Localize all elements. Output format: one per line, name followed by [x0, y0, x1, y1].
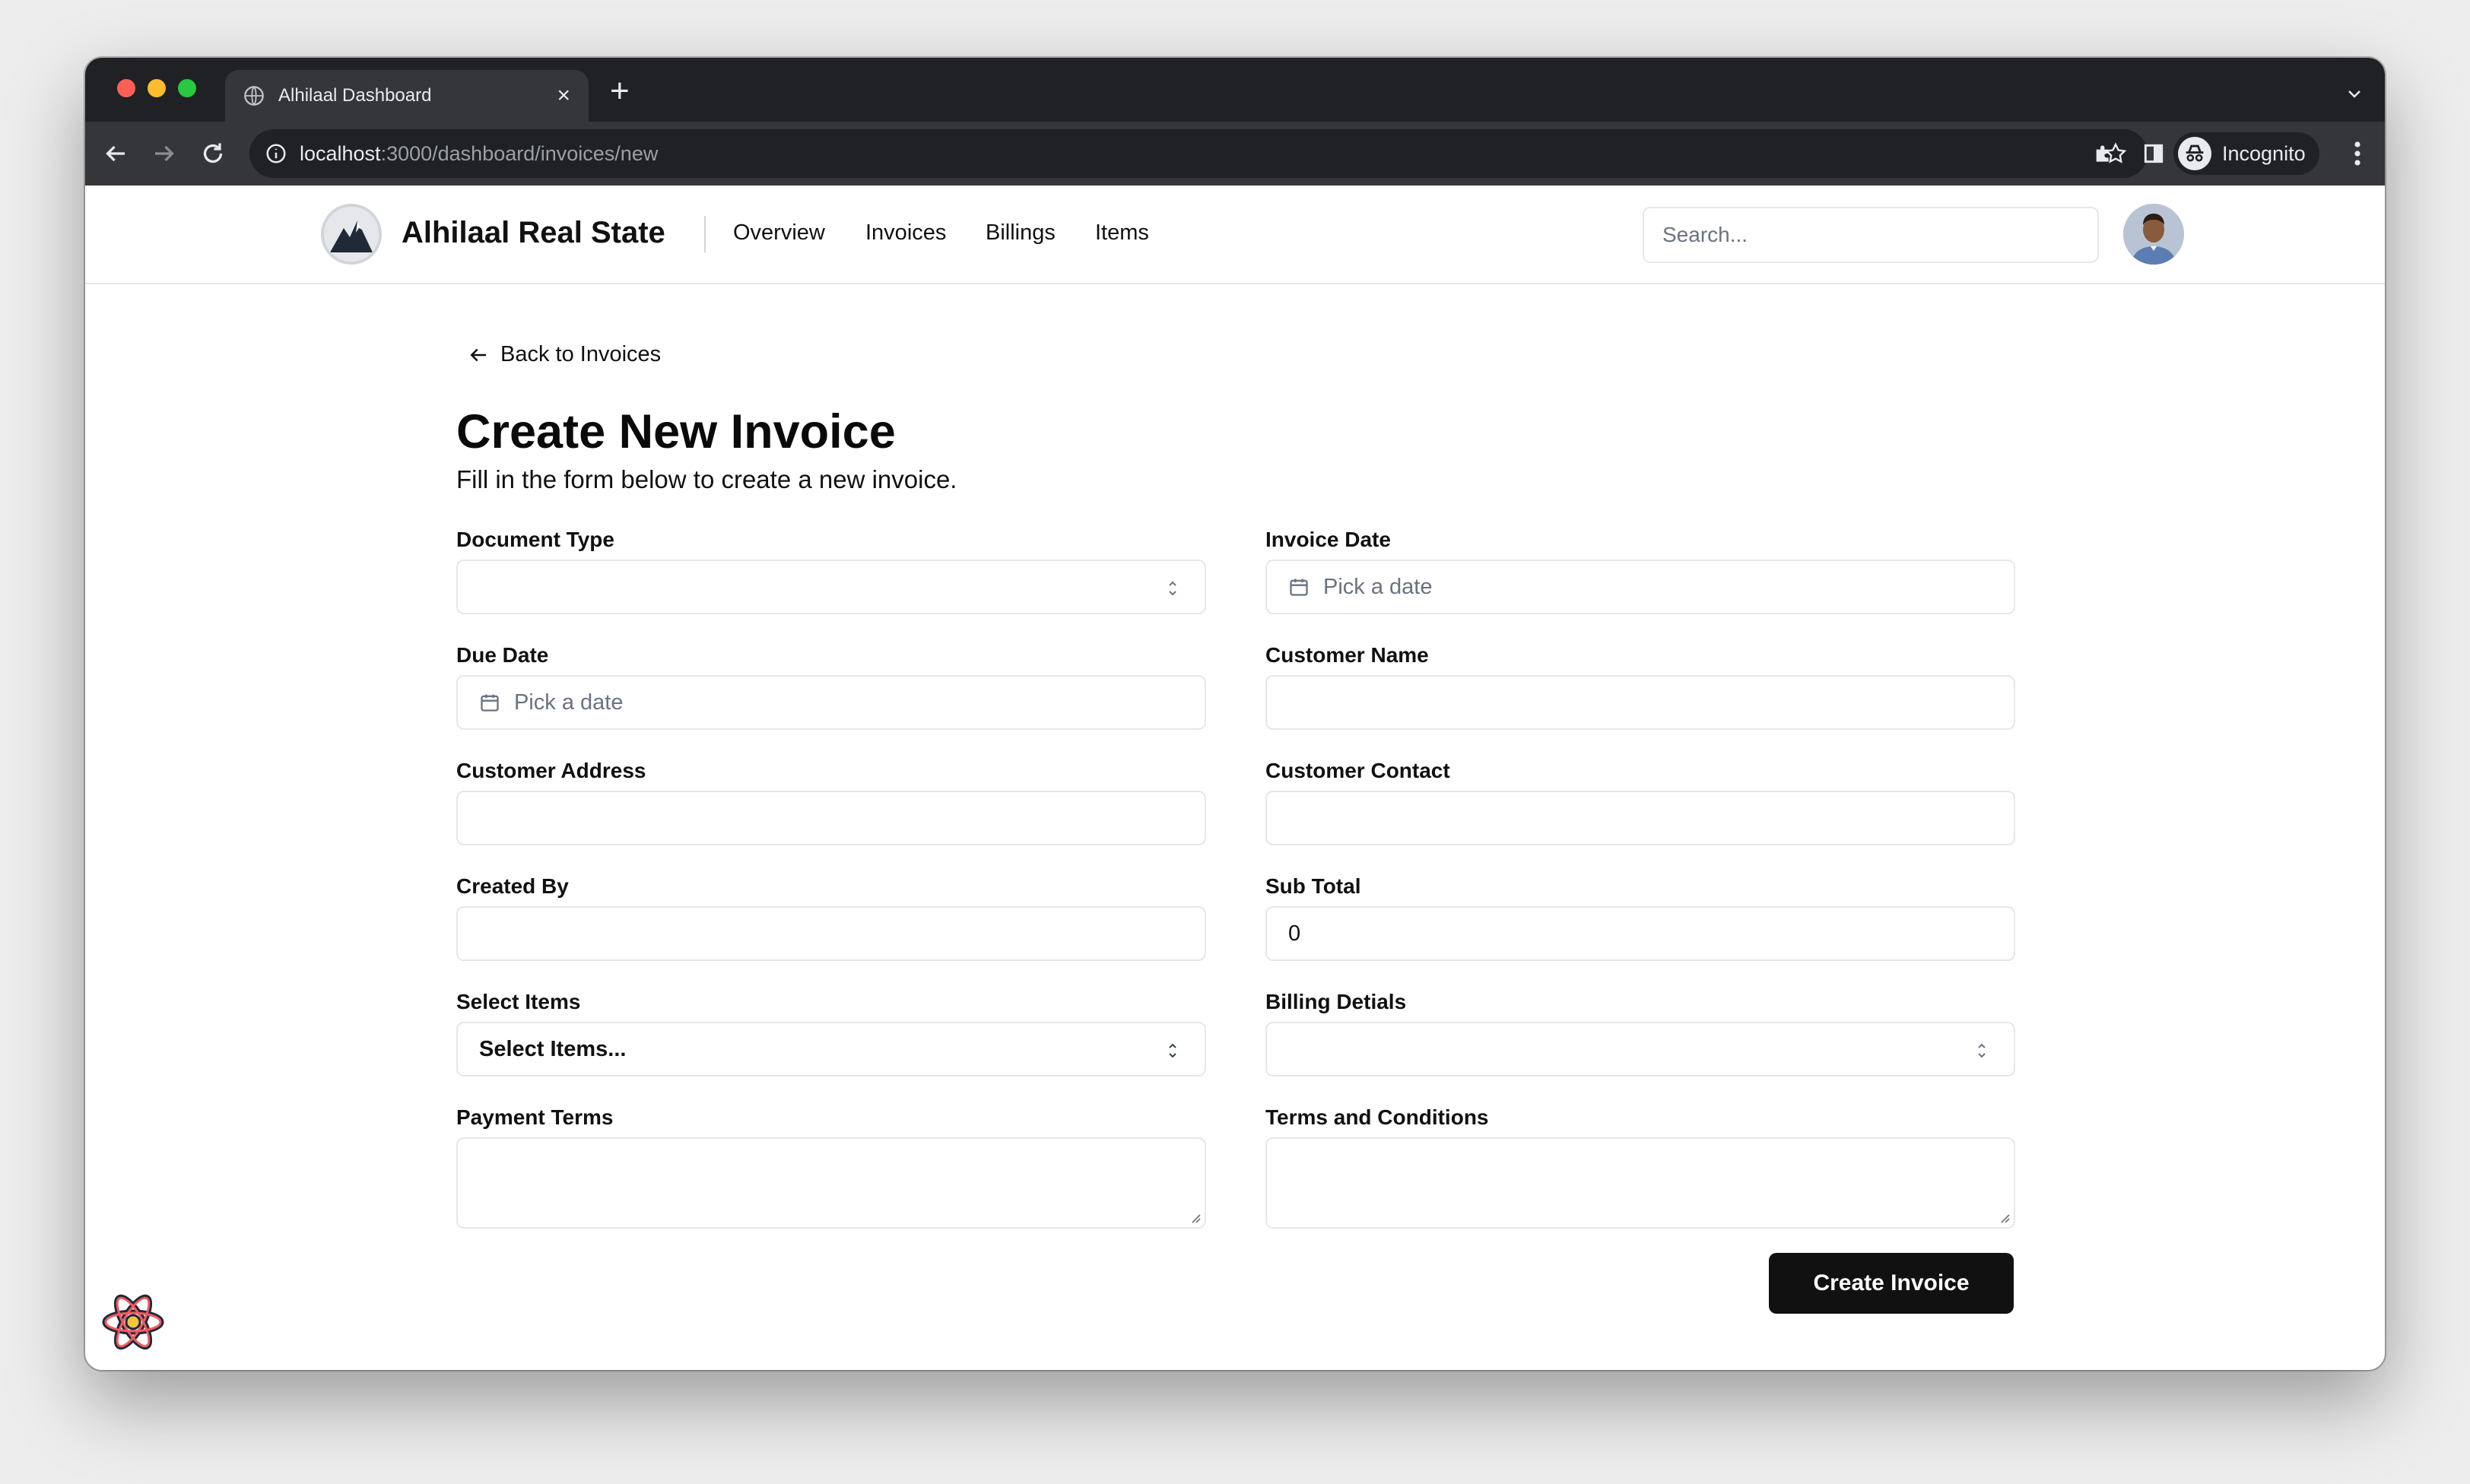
due-date-placeholder: Pick a date [514, 690, 624, 715]
select-items-value: Select Items... [479, 1036, 627, 1061]
document-type-select[interactable] [456, 560, 1206, 614]
customer-name-input[interactable] [1265, 675, 2015, 730]
chevron-down-icon[interactable] [2345, 85, 2364, 103]
tab-title: Alhilaal Dashboard [278, 85, 432, 106]
address-bar[interactable]: localhost:3000/dashboard/invoices/new [249, 129, 2148, 178]
url-path: :3000/dashboard/invoices/new [380, 141, 659, 165]
maximize-window-button[interactable] [178, 79, 196, 97]
due-date-picker[interactable]: Pick a date [456, 675, 1206, 730]
back-arrow-icon[interactable] [102, 140, 129, 167]
customer-contact-label: Customer Contact [1265, 759, 1450, 782]
invoice-date-picker[interactable]: Pick a date [1265, 560, 2015, 614]
header-divider [704, 216, 706, 252]
created-by-input[interactable] [456, 906, 1206, 961]
back-to-invoices-link[interactable]: Back to Invoices [467, 342, 661, 367]
resize-handle-icon[interactable] [1188, 1210, 1202, 1224]
customer-address-input[interactable] [456, 791, 1206, 845]
nav-invoices[interactable]: Invoices [865, 220, 946, 246]
create-invoice-button[interactable]: Create Invoice [1769, 1253, 2014, 1314]
payment-terms-textarea[interactable] [456, 1137, 1206, 1229]
minimize-window-button[interactable] [148, 79, 166, 97]
select-items-combobox[interactable]: Select Items... [456, 1022, 1206, 1077]
invoice-date-label: Invoice Date [1265, 528, 1391, 551]
select-items-label: Select Items [456, 990, 581, 1013]
customer-address-label: Customer Address [456, 759, 646, 782]
brand-name[interactable]: Alhilaal Real State [402, 216, 665, 250]
app-header: Alhilaal Real State Overview Invoices Bi… [85, 186, 2385, 284]
browser-window: Alhilaal Dashboard × + localhost:3000/da… [85, 58, 2385, 1370]
terms-conditions-label: Terms and Conditions [1265, 1105, 1489, 1129]
incognito-badge[interactable]: Incognito [2173, 132, 2319, 175]
calendar-icon [481, 694, 499, 712]
react-devtools-icon[interactable] [100, 1289, 166, 1355]
billing-details-label: Billing Detials [1265, 990, 1407, 1013]
back-link-label: Back to Invoices [500, 342, 662, 366]
terms-conditions-textarea[interactable] [1265, 1137, 2015, 1229]
browser-tab-bar: Alhilaal Dashboard × + [85, 58, 2385, 122]
due-date-label: Due Date [456, 643, 549, 667]
page-subtitle: Fill in the form below to create a new i… [456, 465, 957, 493]
chevron-up-down-icon [1169, 581, 1176, 596]
more-menu-icon[interactable] [2353, 140, 2362, 167]
extensions-puzzle-icon[interactable] [2091, 141, 2116, 166]
customer-contact-input[interactable] [1265, 791, 2015, 845]
site-info-icon[interactable] [265, 142, 287, 165]
company-logo[interactable] [321, 204, 382, 265]
customer-name-label: Customer Name [1265, 643, 1429, 667]
side-panel-icon[interactable] [2141, 141, 2166, 166]
invoice-date-placeholder: Pick a date [1323, 574, 1433, 599]
browser-tab[interactable]: Alhilaal Dashboard × [225, 70, 589, 122]
new-tab-icon[interactable]: + [610, 75, 630, 108]
globe-icon [244, 86, 264, 106]
payment-terms-label: Payment Terms [456, 1105, 614, 1129]
chevron-up-down-icon [1978, 1043, 1986, 1058]
search-input[interactable] [1643, 207, 2099, 263]
close-window-button[interactable] [117, 79, 135, 97]
created-by-label: Created By [456, 874, 569, 898]
nav-billings[interactable]: Billings [986, 220, 1056, 246]
billing-details-select[interactable] [1265, 1022, 2015, 1077]
forward-arrow-icon[interactable] [151, 140, 178, 167]
resize-handle-icon[interactable] [1997, 1210, 2011, 1224]
nav-items[interactable]: Items [1095, 220, 1149, 246]
user-avatar[interactable] [2123, 204, 2184, 265]
nav-overview[interactable]: Overview [733, 220, 825, 246]
sub-total-label: Sub Total [1265, 874, 1361, 898]
chevron-up-down-icon [1169, 1043, 1176, 1058]
calendar-icon [1290, 579, 1308, 596]
reload-icon[interactable] [199, 140, 227, 167]
arrow-left-icon [470, 348, 486, 361]
sub-total-value: 0 [1288, 921, 1301, 946]
url-host: localhost [300, 141, 381, 165]
sub-total-input[interactable]: 0 [1265, 906, 2015, 961]
document-type-label: Document Type [456, 528, 614, 551]
page-title: Create New Invoice [456, 405, 896, 458]
incognito-label: Incognito [2222, 141, 2306, 165]
incognito-icon [2178, 137, 2211, 170]
tab-close-icon[interactable]: × [557, 84, 570, 107]
browser-toolbar: localhost:3000/dashboard/invoices/new In… [85, 122, 2385, 186]
